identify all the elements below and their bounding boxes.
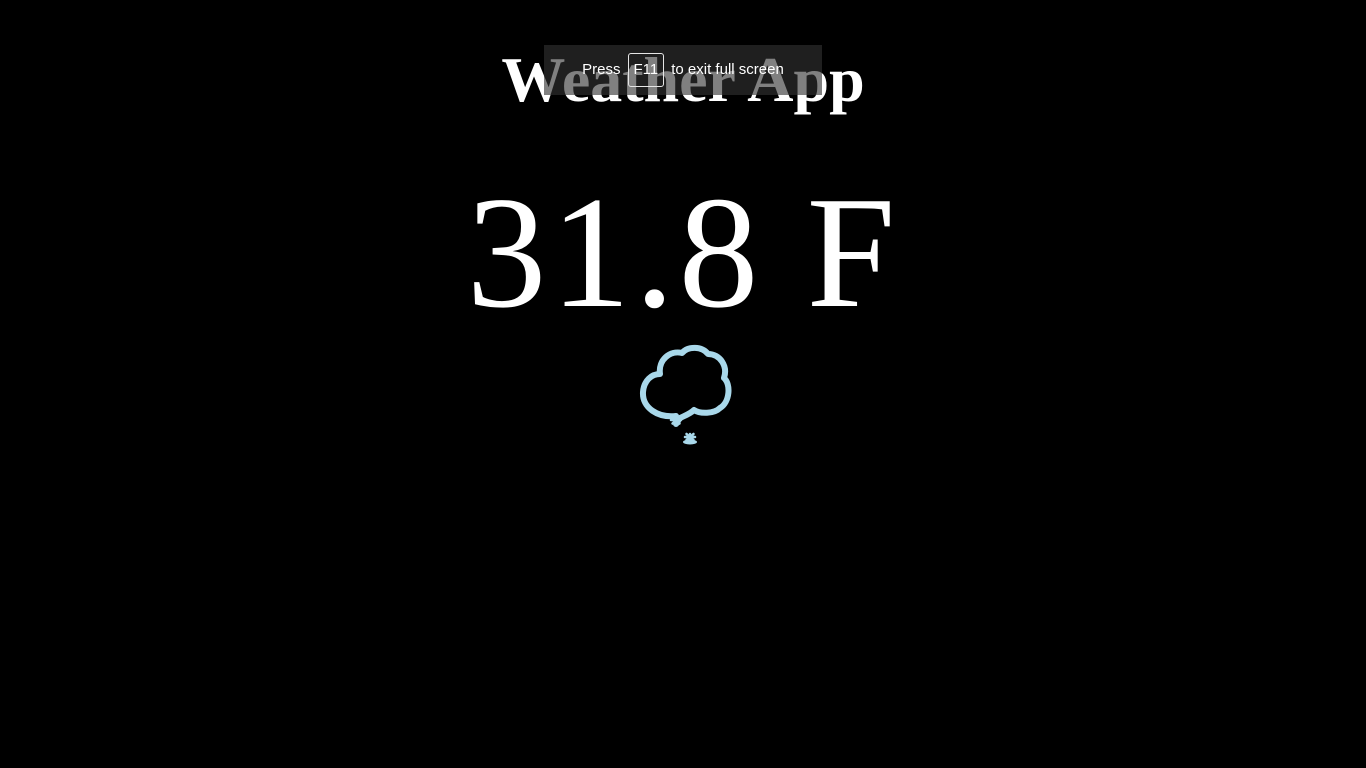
notice-suffix: to exit full screen bbox=[671, 61, 784, 78]
cloud-snow-icon bbox=[640, 344, 732, 445]
temperature-readout: 31.8 F bbox=[466, 163, 900, 341]
notice-prefix: Press bbox=[582, 61, 621, 78]
f11-key-hint: F11 bbox=[627, 53, 665, 87]
fullscreen-exit-notice: Press F11 to exit full screen bbox=[544, 45, 822, 95]
